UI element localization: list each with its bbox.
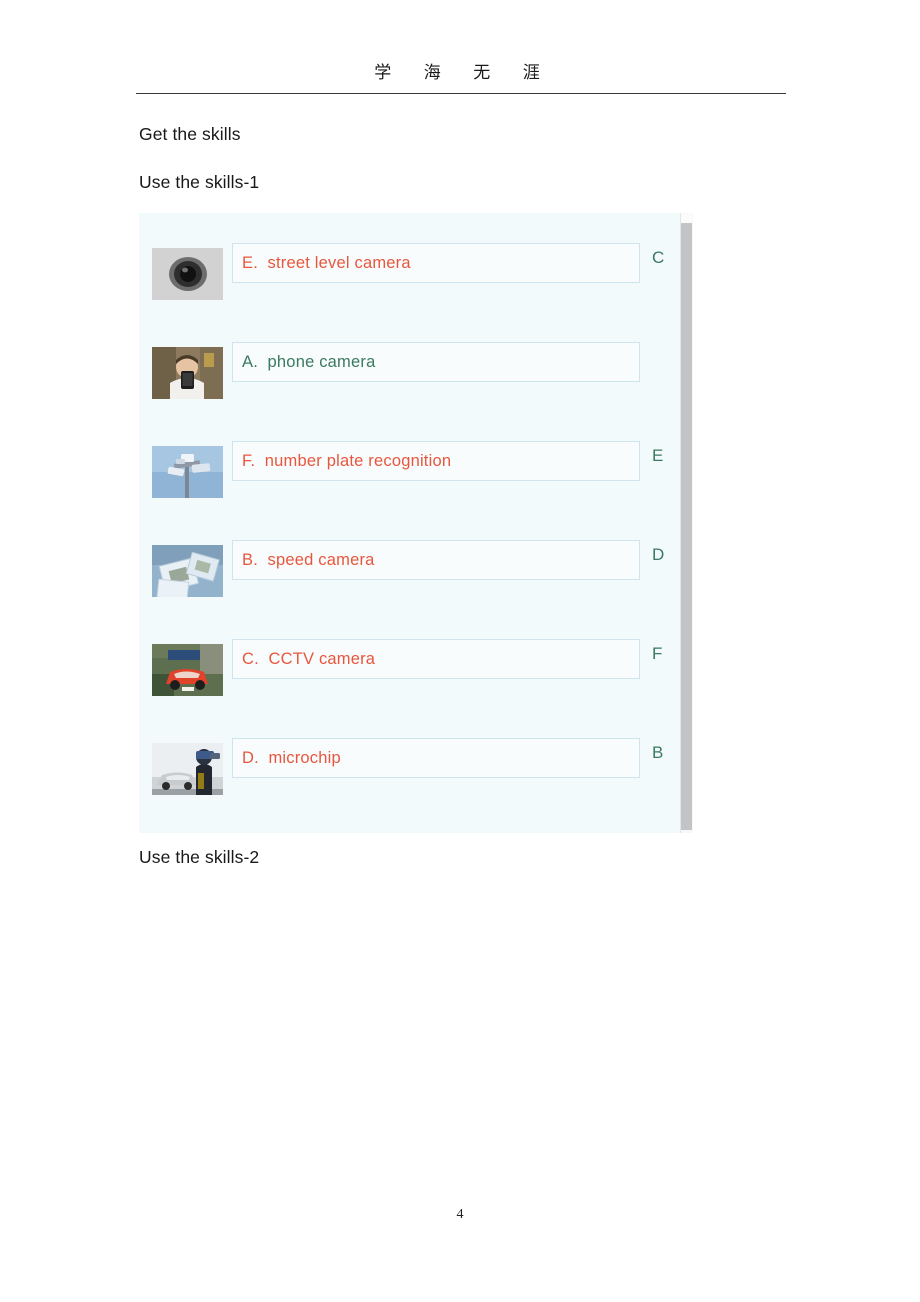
answer-text: C. CCTV camera <box>242 650 376 668</box>
answer-input[interactable]: E. street level camera <box>232 243 640 283</box>
answer-input[interactable]: F. number plate recognition <box>232 441 640 481</box>
heading-get-the-skills: Get the skills <box>139 124 241 144</box>
answer-text: B. speed camera <box>242 551 375 569</box>
correct-answer-letter: B <box>652 743 664 762</box>
header-watermark-text: 学 海 无 涯 <box>374 63 548 82</box>
row-thumbnail-image <box>152 743 223 795</box>
quiz-row: D. microchip B <box>139 725 679 824</box>
heading-use-the-skills-1: Use the skills-1 <box>139 172 260 192</box>
row-thumbnail-image <box>152 347 223 399</box>
answer-input[interactable]: B. speed camera <box>232 540 640 580</box>
row-thumbnail-image <box>152 446 223 498</box>
answer-text: F. number plate recognition <box>242 452 452 470</box>
answer-input[interactable]: D. microchip <box>232 738 640 778</box>
quiz-row: E. street level camera C <box>139 230 679 329</box>
header-divider-rule <box>136 93 786 94</box>
correct-answer-letter: D <box>652 545 665 564</box>
quiz-row: F. number plate recognition E <box>139 428 679 527</box>
document-header: 学 海 无 涯 <box>136 60 786 86</box>
quiz-row: B. speed camera D <box>139 527 679 626</box>
correct-answer-letter: C <box>652 248 665 267</box>
answer-text: D. microchip <box>242 749 341 767</box>
answer-input[interactable]: A. phone camera <box>232 342 640 382</box>
page-number: 4 <box>456 1207 464 1222</box>
quiz-row: C. CCTV camera F <box>139 626 679 725</box>
quiz-row: A. phone camera <box>139 329 679 428</box>
scrollbar-thumb[interactable] <box>681 223 692 830</box>
correct-answer-letter: F <box>652 644 663 663</box>
quiz-panel: E. street level camera C A. phone camera F.… <box>139 213 693 833</box>
row-thumbnail-image <box>152 545 223 597</box>
row-thumbnail-image <box>152 248 223 300</box>
correct-answer-letter: E <box>652 446 664 465</box>
answer-text: E. street level camera <box>242 254 411 272</box>
answer-input[interactable]: C. CCTV camera <box>232 639 640 679</box>
panel-scrollbar[interactable] <box>680 213 693 833</box>
scrollbar-up-area[interactable] <box>681 213 692 223</box>
answer-text: A. phone camera <box>242 353 376 371</box>
heading-use-the-skills-2: Use the skills-2 <box>139 847 260 867</box>
row-thumbnail-image <box>152 644 223 696</box>
